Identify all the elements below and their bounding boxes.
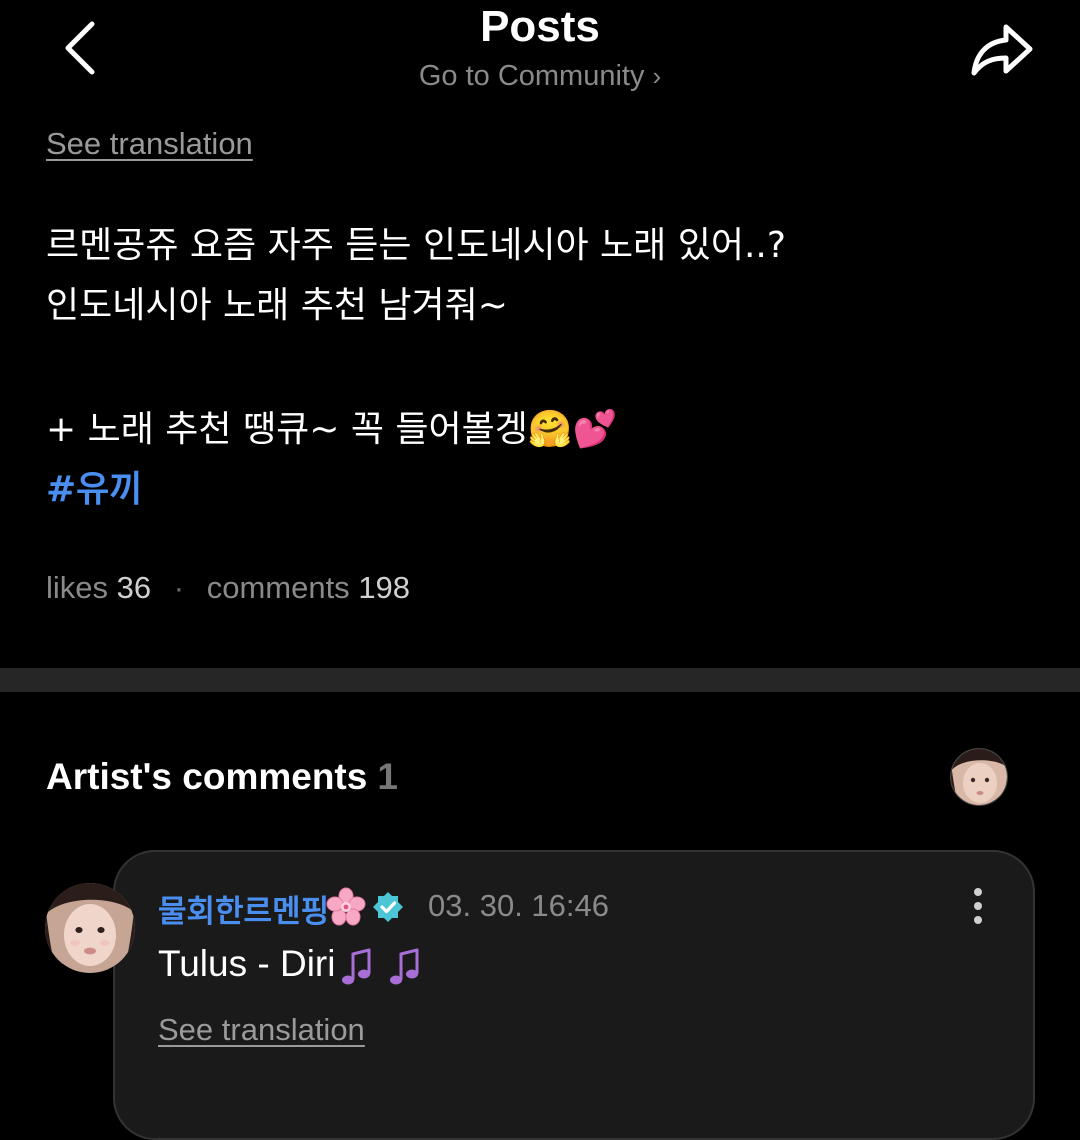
page-title: Posts — [480, 2, 600, 51]
avatar-image — [45, 883, 135, 973]
avatar-image — [951, 749, 1007, 805]
post-line: 르멘공쥬 요즘 자주 듣는 인도네시아 노래 있어..? — [46, 225, 786, 266]
more-vertical-icon — [974, 888, 982, 924]
post-content: 르멘공쥬 요즘 자주 듣는 인도네시아 노래 있어..? 인도네시아 노래 추천… — [46, 216, 1036, 520]
artist-comments-title: Artist's comments — [46, 756, 368, 797]
post-blank-line — [46, 336, 1036, 400]
verified-badge-icon — [373, 892, 403, 922]
section-divider — [0, 668, 1080, 692]
comment-author-name[interactable]: 물회한르멘핑 — [158, 886, 329, 931]
comments-label: comments — [206, 570, 350, 605]
comment-text: Tulus - Diri — [158, 943, 336, 984]
share-arrow-icon — [971, 24, 1033, 76]
likes-label: likes — [46, 570, 109, 605]
music-notes-icon — [342, 948, 419, 985]
hashtag-link[interactable]: #유끼 — [46, 460, 1036, 520]
top-bar: Posts Go to Community › — [0, 0, 1080, 110]
comments-count: 198 — [358, 570, 411, 605]
cherry-blossom-icon — [326, 887, 366, 926]
more-options-button[interactable] — [960, 884, 996, 928]
see-translation-link[interactable]: See translation — [46, 126, 253, 162]
likes-count: 36 — [116, 570, 152, 605]
post-stats: likes 36 · comments 198 — [46, 570, 410, 606]
artist-comments-heading: Artist's comments 1 — [46, 756, 398, 798]
go-to-community-label: Go to Community — [418, 60, 645, 92]
artist-comments-count: 1 — [377, 756, 398, 797]
post-line: + 노래 추천 땡큐~ 꼭 들어볼겡🤗💕 — [46, 409, 618, 450]
share-button[interactable] — [962, 14, 1042, 84]
comment-timestamp: 03. 30. 16:46 — [428, 888, 609, 923]
comment-see-translation-link[interactable]: See translation — [158, 1012, 365, 1048]
post-line: 인도네시아 노래 추천 남겨줘~ — [46, 285, 508, 326]
commenter-avatar[interactable] — [45, 883, 135, 973]
artist-avatar-small[interactable] — [950, 748, 1008, 806]
go-to-community-link[interactable]: Go to Community › — [0, 60, 1080, 93]
chevron-right-icon: › — [652, 61, 662, 91]
separator-dot: · — [173, 570, 185, 605]
